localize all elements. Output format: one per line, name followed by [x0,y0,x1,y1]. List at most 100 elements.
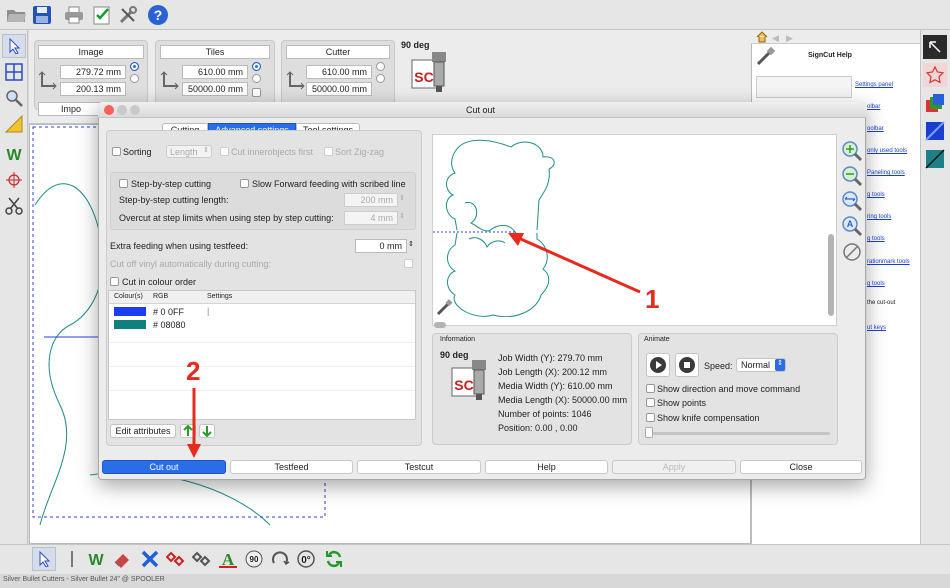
bottom-pointer-icon[interactable] [60,547,84,571]
cut-inner-checkbox[interactable] [220,147,229,156]
overcut-field[interactable]: 4 mm [344,211,398,225]
ruler-icon[interactable] [2,112,26,136]
preview-vertical-scrollbar[interactable] [828,234,834,316]
step-by-step-checkbox[interactable] [119,179,128,188]
help-link-8[interactable]: rationmark tools [867,259,910,265]
help-link-4[interactable]: Paneling tools [867,170,905,176]
sort-length-select[interactable]: Length ⇕ [166,145,212,158]
print-icon[interactable] [62,3,86,27]
apply-button[interactable]: Apply [612,460,736,474]
extra-feed-stepper-icon[interactable]: ⇕ [408,240,414,248]
bottom-weed-icon[interactable]: W [84,547,108,571]
help-link-1[interactable]: olbar [867,104,880,110]
tiles-height-field[interactable]: 50000.00 mm [182,82,248,96]
window-close-icon[interactable] [104,105,114,115]
zoom-out-icon[interactable] [841,165,863,189]
help-back-icon[interactable]: ◀ [772,33,779,44]
preview-horizontal-scrollbar[interactable] [434,322,446,328]
window-zoom-icon[interactable] [130,105,140,115]
star-icon[interactable] [923,63,947,87]
edit-attributes-button[interactable]: Edit attributes [110,424,176,438]
color-layers-icon[interactable] [923,91,947,115]
testcut-button[interactable]: Testcut [357,460,481,474]
tiles-radio-2[interactable] [252,74,261,83]
play-button-icon[interactable] [646,353,670,377]
zoom-text-icon[interactable]: A [841,215,863,239]
crosshair-icon[interactable] [2,168,26,192]
animation-slider-handle[interactable] [645,427,653,438]
scissors-icon[interactable] [2,194,26,218]
sort-zigzag-checkbox[interactable] [324,147,333,156]
tools-icon[interactable] [116,3,140,27]
no-symbol-icon[interactable] [842,242,862,264]
zoom-fit-icon[interactable] [841,190,863,214]
import-button[interactable]: Impo [38,102,104,116]
signcut-logo-icon[interactable]: SC [410,52,456,98]
colour-order-checkbox[interactable] [110,277,119,286]
testfeed-button[interactable]: Testfeed [230,460,353,474]
eraser-icon[interactable] [110,547,134,571]
refresh-icon[interactable] [322,547,346,571]
close-button[interactable]: Close [740,460,862,474]
blue-gradient-icon[interactable] [923,119,947,143]
stop-button-icon[interactable] [675,353,699,377]
animation-slider-track[interactable] [648,432,830,435]
cutter-height-field[interactable]: 50000.00 mm [306,82,372,96]
help-button[interactable]: Help [485,460,608,474]
tiles-width-field[interactable]: 610.00 mm [182,65,248,79]
grid-tool-icon[interactable] [2,60,26,84]
help-link-3[interactable]: only used tools [867,148,907,154]
step-length-stepper-icon[interactable]: ⇕ [399,194,405,202]
cutter-radio-2[interactable] [376,74,385,83]
help-link-0[interactable]: Settings panel [855,82,893,88]
window-minimize-icon[interactable] [117,105,127,115]
zoom-in-icon[interactable] [841,140,863,164]
rotate-free-icon[interactable] [268,547,292,571]
cut-out-button[interactable]: Cut out [102,460,226,474]
checklist-icon[interactable] [90,3,114,27]
move-down-arrow-icon[interactable] [199,424,215,438]
blue-x-icon[interactable] [138,547,162,571]
image-radio-2[interactable] [130,74,139,83]
show-points-checkbox[interactable] [646,398,655,407]
image-radio-1[interactable] [130,62,139,71]
text-tool-icon[interactable]: A [216,547,240,571]
help-link-5[interactable]: g tools [867,192,885,198]
open-folder-icon[interactable] [4,3,28,27]
bottom-select-icon[interactable] [32,547,56,571]
help-icon[interactable]: ? [146,3,170,27]
tiles-radio-1[interactable] [252,62,261,71]
help-link-10[interactable]: the cut-out [867,300,895,306]
help-link-9[interactable]: g tools [867,281,885,287]
show-knife-checkbox[interactable] [646,413,655,422]
save-icon[interactable] [30,3,54,27]
extra-feed-field[interactable]: 0 mm [355,239,407,253]
move-up-arrow-icon[interactable] [180,424,196,438]
help-link-7[interactable]: g tools [867,236,885,242]
step-length-field[interactable]: 200 mm [344,193,398,207]
help-forward-icon[interactable]: ▶ [786,33,793,44]
cutter-width-field[interactable]: 610.00 mm [306,65,372,79]
slow-forward-checkbox[interactable] [240,179,249,188]
tiles-checkbox[interactable] [252,88,261,97]
cutter-radio-1[interactable] [376,62,385,71]
rotate-zero-icon[interactable]: 0° [294,547,318,571]
cut-off-vinyl-checkbox[interactable] [404,259,413,268]
image-height-field[interactable]: 200.13 mm [60,82,126,96]
help-link-6[interactable]: ring tools [867,214,891,220]
red-diamonds-icon[interactable] [164,547,188,571]
zoom-icon[interactable] [2,86,26,110]
image-width-field[interactable]: 279.72 mm [60,65,126,79]
weed-tool-icon[interactable]: W [2,142,26,166]
help-link-11[interactable]: ut keys [867,325,886,331]
show-direction-checkbox[interactable] [646,384,655,393]
home-icon[interactable] [756,31,768,45]
overcut-stepper-icon[interactable]: ⇕ [399,212,405,220]
teal-gradient-icon[interactable] [923,147,947,171]
gray-diamonds-icon[interactable] [190,547,214,571]
select-arrow-icon[interactable] [2,34,26,58]
help-link-2[interactable]: oolbar [867,126,884,132]
black-cursor-icon[interactable] [923,35,947,59]
sorting-checkbox[interactable] [112,147,121,156]
rotate-90-icon[interactable]: 90 [242,547,266,571]
